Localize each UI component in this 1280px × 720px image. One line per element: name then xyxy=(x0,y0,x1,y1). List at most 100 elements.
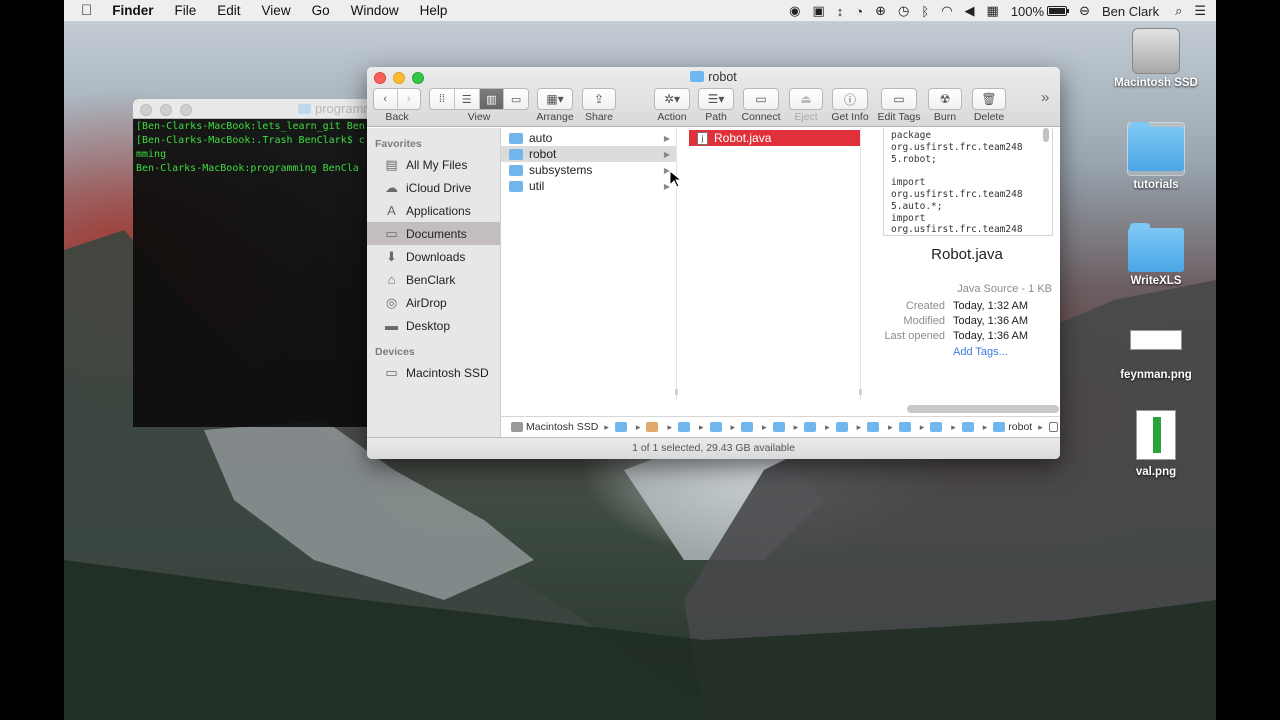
applications-icon: A xyxy=(387,203,396,218)
sidebar-item-label: Applications xyxy=(406,203,471,218)
eject-button[interactable]: ⏏ xyxy=(789,88,823,110)
folder-icon xyxy=(1128,122,1184,171)
notification-center-icon[interactable]: ☰ xyxy=(1194,3,1206,19)
column-view-button[interactable]: ▥ xyxy=(479,89,505,109)
toolbar-overflow-icon[interactable]: » xyxy=(1041,89,1049,106)
desktop-icon-label: feynman.png xyxy=(1120,369,1192,381)
cover-flow-button[interactable]: ▭ xyxy=(504,89,528,109)
battery-percent[interactable]: 100% xyxy=(1011,4,1044,19)
edit-tags-button[interactable]: ▭ xyxy=(881,88,917,110)
share-button[interactable]: ⇪ xyxy=(582,88,616,110)
desktop-icon-val-png[interactable]: val.png xyxy=(1106,410,1206,478)
folder-row[interactable]: auto ▶ xyxy=(501,130,676,146)
minus-icon[interactable]: ⊖ xyxy=(1079,3,1090,19)
time-machine-icon[interactable]: ◷ xyxy=(898,3,909,19)
column-documents[interactable]: auto ▶ robot ▶ subsystems ▶ util ▶ ǁ xyxy=(501,128,678,401)
add-tags-link[interactable]: Add Tags... xyxy=(953,346,1008,358)
connect-button[interactable]: ▭ xyxy=(743,88,779,110)
terminal-close-button[interactable] xyxy=(140,104,152,116)
path-crumb[interactable]: ▸ xyxy=(741,422,773,433)
path-crumb[interactable]: ▸ xyxy=(772,422,805,433)
back-button[interactable]: ‹ xyxy=(374,89,398,109)
modified-value: Today, 1:36 AM xyxy=(953,315,1029,327)
folder-icon xyxy=(804,422,817,432)
list-view-button[interactable]: ☰ xyxy=(455,89,480,109)
path-crumb[interactable]: ▸ xyxy=(677,422,710,433)
sidebar-item-benclark[interactable]: ⌂ BenClark xyxy=(367,268,500,291)
delete-button[interactable]: 🗑 xyxy=(972,88,1006,110)
get-info-button[interactable]: ⓘ xyxy=(832,88,868,110)
path-crumb[interactable]: Robot.java xyxy=(1048,421,1060,433)
sidebar-item-applications[interactable]: A Applications xyxy=(367,199,500,222)
sidebar-item-icloud-drive[interactable]: ☁ iCloud Drive xyxy=(367,176,500,199)
path-crumb[interactable]: ▸ xyxy=(930,422,962,433)
menu-view[interactable]: View xyxy=(262,3,291,18)
calendar-icon[interactable]: ▦ xyxy=(987,3,999,19)
back-forward-control: ‹ › xyxy=(373,88,421,110)
battery-icon[interactable] xyxy=(1047,6,1070,16)
sidebar-item-macintosh-ssd[interactable]: ▭ Macintosh SSD xyxy=(367,361,500,384)
sync-icon[interactable]: ↕ xyxy=(837,4,844,19)
code-preview[interactable]: package org.usfirst.frc.team248 5.robot;… xyxy=(883,128,1053,236)
desktop-icon-writexls[interactable]: WriteXLS xyxy=(1106,223,1206,287)
desktop-icon-tutorials[interactable]: tutorials xyxy=(1106,122,1206,191)
terminal-minimize-button[interactable] xyxy=(160,104,172,116)
home-icon: ⌂ xyxy=(387,272,396,287)
path-crumb[interactable]: ▸ xyxy=(709,422,742,433)
path-crumb[interactable]: ▸ xyxy=(867,422,899,433)
path-crumb[interactable]: ▸ xyxy=(804,422,836,433)
arrange-button[interactable]: ▦▾ xyxy=(537,88,573,110)
folder-row[interactable]: subsystems ▶ xyxy=(501,162,676,178)
menu-edit[interactable]: Edit xyxy=(217,3,240,18)
record-icon[interactable]: ◉ xyxy=(789,3,800,19)
action-button[interactable]: ✲▾ xyxy=(654,88,690,110)
sidebar-item-downloads[interactable]: ⬇ Downloads xyxy=(367,245,500,268)
path-button[interactable]: ☰▾ xyxy=(698,88,734,110)
connect-label: Connect xyxy=(741,111,781,123)
path-crumb[interactable]: Macintosh SSD ▸ xyxy=(511,421,615,433)
accessibility-icon[interactable]: ⊕ xyxy=(875,3,886,19)
volume-icon[interactable]: ◀ xyxy=(965,3,975,19)
icon-view-button[interactable]: ⁞⁞ xyxy=(430,89,455,109)
bluetooth-icon[interactable]: ᛒ xyxy=(921,4,929,19)
screen-icon[interactable]: ▣ xyxy=(812,3,824,19)
java-file-icon: j xyxy=(697,131,708,145)
path-crumb[interactable]: robot ▸ xyxy=(993,421,1048,433)
sidebar-item-label: All My Files xyxy=(406,157,468,172)
file-row[interactable]: j Robot.java xyxy=(689,130,860,146)
forward-button[interactable]: › xyxy=(398,89,421,109)
terminal-title: programm xyxy=(298,101,374,116)
menu-help[interactable]: Help xyxy=(420,3,448,18)
sidebar-item-documents[interactable]: ▭ Documents xyxy=(367,222,500,245)
preview-scrollbar[interactable] xyxy=(1043,128,1049,142)
column-resize-handle[interactable]: ǁ xyxy=(859,388,862,397)
menu-window[interactable]: Window xyxy=(351,3,399,18)
sidebar-item-airdrop[interactable]: ◎ AirDrop xyxy=(367,291,500,314)
desktop-icon-macintosh-ssd[interactable]: Macintosh SSD xyxy=(1106,28,1206,89)
sidebar-item-desktop[interactable]: ▬ Desktop xyxy=(367,314,500,337)
terminal-zoom-button[interactable] xyxy=(180,104,192,116)
path-crumb[interactable]: ▸ xyxy=(614,422,647,433)
burn-button[interactable]: ☢ xyxy=(928,88,962,110)
finder-window[interactable]: robot ‹ › Back ⁞⁞ ☰ ▥ ▭ View ▦▾ Arrange … xyxy=(367,67,1060,459)
column-resize-handle[interactable]: ǁ xyxy=(675,388,678,397)
path-crumb[interactable]: ▸ xyxy=(898,422,931,433)
sidebar-item-all-my-files[interactable]: ▤ All My Files xyxy=(367,153,500,176)
user-name[interactable]: Ben Clark xyxy=(1102,4,1159,19)
path-crumb[interactable]: ▸ xyxy=(646,422,678,433)
activity-icon[interactable]: ◔ xyxy=(855,4,863,19)
menu-go[interactable]: Go xyxy=(312,3,330,18)
menu-file[interactable]: File xyxy=(175,3,197,18)
folder-row[interactable]: util ▶ xyxy=(501,178,676,194)
menu-app-name[interactable]: Finder xyxy=(112,3,153,18)
column-robot[interactable]: j Robot.java ǁ xyxy=(689,128,862,401)
path-crumb[interactable]: ▸ xyxy=(835,422,868,433)
wifi-icon[interactable]: ◠ xyxy=(941,3,952,19)
folder-row[interactable]: robot ▶ xyxy=(501,146,676,162)
path-crumb[interactable]: ▸ xyxy=(961,422,994,433)
path-separator-icon: ▸ xyxy=(1038,421,1043,432)
horizontal-scrollbar[interactable] xyxy=(907,405,1059,413)
spotlight-search-icon[interactable]: ⌕ xyxy=(1175,3,1182,19)
apple-menu-icon[interactable]:  xyxy=(81,2,92,19)
desktop-icon-feynman-png[interactable]: feynman.png xyxy=(1106,330,1206,381)
